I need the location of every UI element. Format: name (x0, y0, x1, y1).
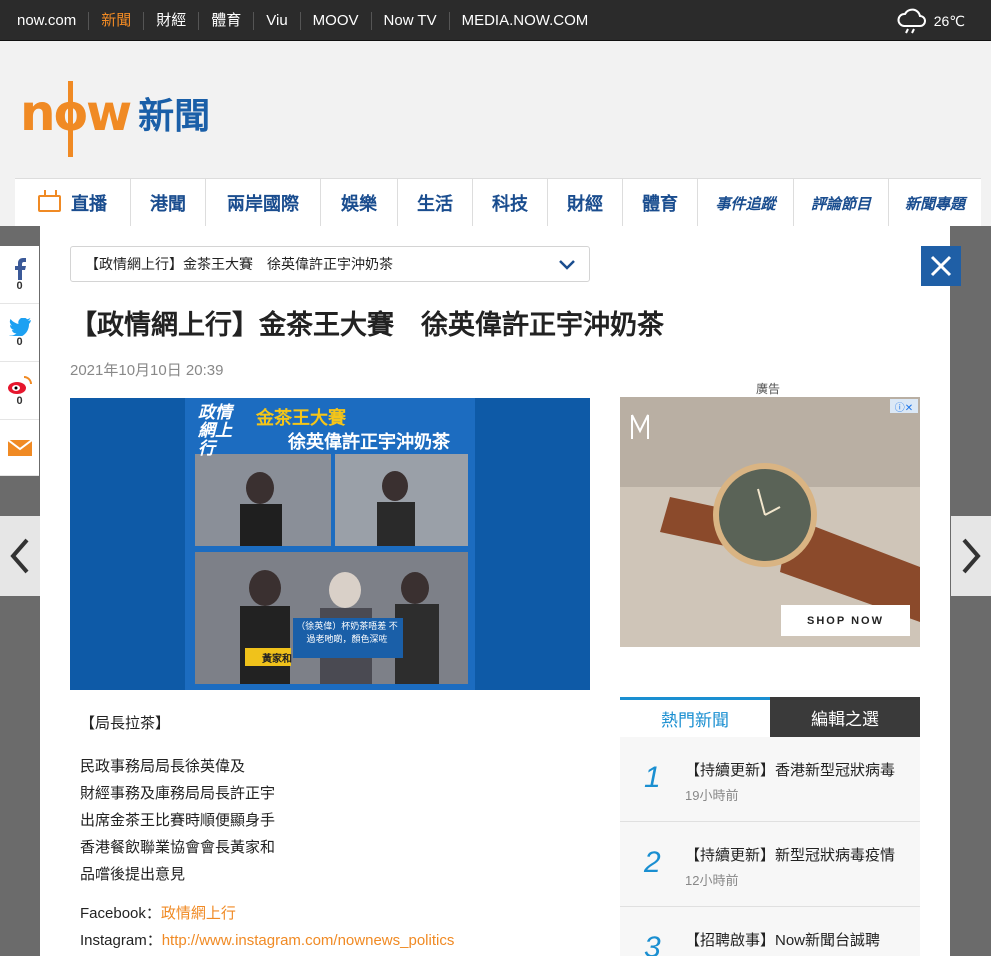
nav-item-life[interactable]: 生活 (398, 179, 473, 227)
image-brand: 政情網上行 (198, 403, 232, 458)
rank-number: 3 (644, 931, 661, 956)
chevron-right-icon (962, 538, 981, 574)
weibo-share[interactable]: 0 (0, 362, 39, 420)
nav-item-commentary[interactable]: 評論節目 (794, 179, 889, 227)
image-caption: （徐英偉）杯奶茶唔差 不過老吔啲，顏色深咗 (296, 621, 398, 644)
chevron-left-icon (10, 538, 29, 574)
link-viu[interactable]: Viu (253, 11, 299, 30)
article-select-value: 【政情網上行】金茶王大賽 徐英偉許正宇沖奶茶 (85, 256, 393, 272)
tab-editor-picks[interactable]: 編輯之選 (770, 697, 920, 737)
paragraph-line: 香港餐飲聯業協會會長黃家和 (80, 839, 276, 856)
now-news-logo[interactable]: now 新聞 (20, 81, 211, 157)
temperature: 26℃ (933, 12, 965, 29)
list-item[interactable]: 1 【持續更新】香港新型冠狀病毒 19小時前 (620, 737, 920, 822)
link-now-tv[interactable]: Now TV (370, 11, 449, 30)
news-title: 【招聘啟事】Now新聞台誠聘 (685, 932, 881, 949)
nav-item-sports[interactable]: 體育 (623, 179, 698, 227)
twitter-count: 0 (16, 335, 23, 348)
main-nav: 直播 港聞 兩岸國際 娛樂 生活 科技 財經 體育 事件追蹤 評論節目 新聞專題 (15, 178, 981, 227)
site-header: now 新聞 (0, 41, 991, 178)
close-icon (930, 255, 952, 277)
email-share[interactable] (0, 420, 39, 476)
facebook-page-link[interactable]: 政情網上行 (161, 905, 236, 922)
ad-label: 廣告 (756, 382, 781, 396)
logo-brand: now (20, 81, 132, 157)
shop-now-button[interactable]: SHOP NOW (781, 605, 910, 636)
nav-item-entertainment[interactable]: 娛樂 (321, 179, 398, 227)
instagram-label: Instagram： (80, 932, 162, 949)
nav-item-live[interactable]: 直播 (15, 179, 131, 227)
link-media-now[interactable]: MEDIA.NOW.COM (448, 11, 601, 30)
facebook-line: Facebook：政情網上行 (80, 900, 580, 927)
list-item[interactable]: 3 【招聘啟事】Now新聞台誠聘 (620, 907, 920, 956)
news-tabs: 熱門新聞 編輯之選 (620, 697, 920, 737)
paragraph-line: 民政事務局局長徐英偉及 (80, 758, 246, 775)
link-sports[interactable]: 體育 (198, 11, 253, 30)
instagram-line: Instagram：http://www.instagram.com/nowne… (80, 927, 580, 954)
rank-number: 2 (644, 846, 661, 879)
top-bar: now.com 新聞 財經 體育 Viu MOOV Now TV MEDIA.N… (0, 0, 991, 41)
news-time: 12小時前 (685, 873, 739, 888)
rank-number: 1 (644, 761, 661, 794)
nav-item-tracking[interactable]: 事件追蹤 (698, 179, 794, 227)
facebook-count: 0 (16, 279, 23, 292)
next-article-button[interactable] (951, 516, 991, 596)
article-body: 【局長拉茶】 民政事務局局長徐英偉及 財經事務及庫務局局長許正宇 出席金茶王比賽… (80, 710, 580, 954)
paragraph-line: 品嚐後提出意見 (80, 866, 186, 883)
article-date: 2021年10月10日 20:39 (70, 362, 224, 379)
nav-item-tech[interactable]: 科技 (473, 179, 548, 227)
facebook-label: Facebook： (80, 905, 161, 922)
twitter-icon (8, 317, 31, 336)
previous-article-button[interactable] (0, 516, 40, 596)
twitter-share[interactable]: 0 (0, 304, 39, 362)
link-news[interactable]: 新聞 (88, 11, 143, 30)
share-bar: 0 0 0 (0, 246, 39, 476)
weibo-count: 0 (16, 394, 23, 407)
list-item[interactable]: 2 【持續更新】新型冠狀病毒疫情 12小時前 (620, 822, 920, 907)
link-moov[interactable]: MOOV (299, 11, 371, 30)
cloud-rain-icon (897, 8, 926, 34)
tv-icon (38, 194, 61, 212)
hot-news-list: 1 【持續更新】香港新型冠狀病毒 19小時前 2 【持續更新】新型冠狀病毒疫情 … (620, 737, 920, 956)
article-select[interactable]: 【政情網上行】金茶王大賽 徐英偉許正宇沖奶茶 (70, 246, 590, 282)
article-video-thumbnail[interactable]: 政情網上行 金茶王大賽 徐英偉許正宇沖奶茶 （徐英偉）杯奶茶唔差 不過老吔啲，顏… (70, 398, 590, 690)
image-title1: 金茶王大賽 (256, 408, 346, 428)
news-title: 【持續更新】新型冠狀病毒疫情 (685, 847, 896, 864)
ad-choices-icon[interactable]: ⓘ✕ (890, 399, 918, 414)
email-icon (7, 439, 32, 456)
paragraph-line: 財經事務及庫務局局長許正宇 (80, 785, 276, 802)
tab-hot-news[interactable]: 熱門新聞 (620, 697, 770, 737)
nav-item-finance[interactable]: 財經 (548, 179, 623, 227)
article-headline: 【政情網上行】金茶王大賽 徐英偉許正宇沖奶茶 (70, 310, 664, 340)
nav-label: 直播 (71, 194, 107, 214)
portal-links: now.com 新聞 財經 體育 Viu MOOV Now TV MEDIA.N… (5, 0, 600, 41)
image-speaker: 黃家和 (262, 654, 292, 665)
nav-item-world[interactable]: 兩岸國際 (206, 179, 321, 227)
weibo-icon (7, 375, 32, 394)
nav-item-features[interactable]: 新聞專題 (889, 179, 981, 227)
facebook-share[interactable]: 0 (0, 246, 39, 304)
chevron-down-icon (559, 260, 575, 270)
close-button[interactable] (921, 246, 961, 286)
weather-widget[interactable]: 26℃ (896, 8, 965, 34)
link-now-com[interactable]: now.com (5, 12, 88, 30)
image-title2: 徐英偉許正宇沖奶茶 (288, 432, 450, 452)
section-label: 【局長拉茶】 (80, 715, 171, 732)
instagram-link[interactable]: http://www.instagram.com/nownews_politic… (162, 932, 455, 949)
link-finance[interactable]: 財經 (143, 11, 198, 30)
advertisement[interactable]: ⓘ✕ SHOP NOW (620, 397, 920, 647)
news-time: 19小時前 (685, 788, 739, 803)
logo-section: 新聞 (138, 96, 211, 137)
paragraph-line: 出席金茶王比賽時順便顯身手 (80, 812, 276, 829)
news-title: 【持續更新】香港新型冠狀病毒 (685, 762, 896, 779)
facebook-icon (14, 257, 26, 280)
nav-item-local[interactable]: 港聞 (131, 179, 206, 227)
